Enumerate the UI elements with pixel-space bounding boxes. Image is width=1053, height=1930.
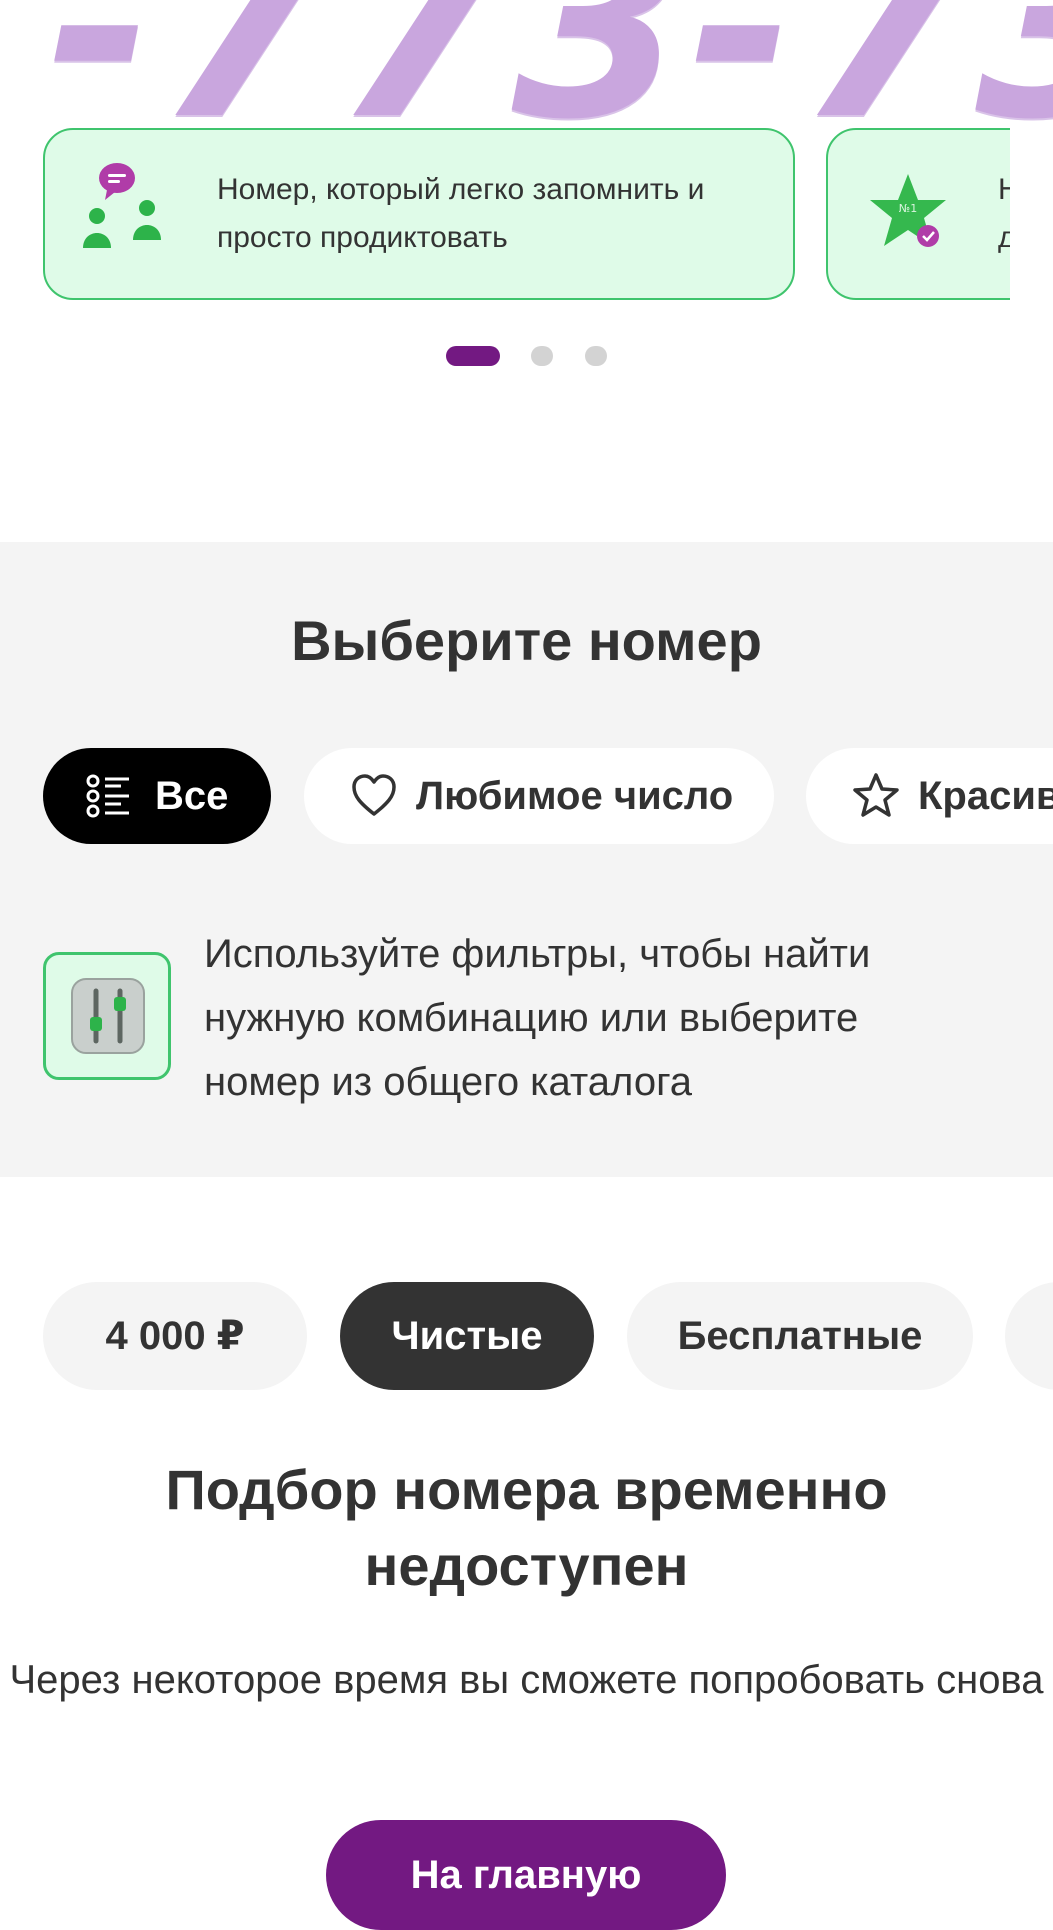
chip-more[interactable] [1005,1282,1053,1390]
filter-sliders-icon [43,952,171,1080]
tab-label: Красив [918,774,1053,818]
benefits-carousel[interactable]: Номер, который легко запомнить и просто … [0,126,1010,306]
chip-price[interactable]: 4 000 ₽ [43,1282,307,1390]
unavailable-text: Через некоторое время вы сможете попробо… [9,1658,1044,1702]
star-badge-icon: №1 [868,170,958,260]
carousel-pagination [0,344,1053,368]
benefit-card-text: Номер, который легко запомнить и просто … [217,173,705,254]
list-icon [85,772,133,820]
benefit-card[interactable]: №1 Н д [826,128,1010,300]
section-title: Выберите номер [291,609,762,672]
tab-label: Все [155,774,229,818]
pagination-dot[interactable] [585,346,607,366]
benefit-card-text: Н д [998,173,1010,254]
hero-banner: -773-73- Номер, который легко запомнить … [0,0,1053,540]
pagination-dot-active[interactable] [446,346,500,366]
star-icon [852,772,900,820]
filter-hint-text: Используйте фильтры, чтобы найти нужную … [204,932,871,1104]
chip-clean[interactable]: Чистые [340,1282,594,1390]
tab-favorite-number[interactable]: Любимое число [304,748,774,844]
choose-number-section: Выберите номер Все Любимое число Красив … [0,542,1053,1177]
tab-all[interactable]: Все [43,748,271,844]
svg-text:№1: №1 [899,202,917,215]
home-button[interactable]: На главную [326,1820,726,1930]
tab-beautiful[interactable]: Красив [806,748,1053,844]
chip-free[interactable]: Бесплатные [627,1282,973,1390]
benefit-card[interactable]: Номер, который легко запомнить и просто … [43,128,795,300]
filter-chips: 4 000 ₽ Чистые Бесплатные [0,1282,1053,1392]
tab-label: Любимое число [416,774,734,818]
category-tabs: Все Любимое число Красив [0,748,1053,848]
people-chat-icon [77,160,187,270]
pagination-dot[interactable] [531,346,553,366]
heart-icon [350,772,398,820]
filter-hint: Используйте фильтры, чтобы найти нужную … [0,922,1053,1122]
unavailable-title: Подбор номера временно недоступен [165,1458,888,1597]
